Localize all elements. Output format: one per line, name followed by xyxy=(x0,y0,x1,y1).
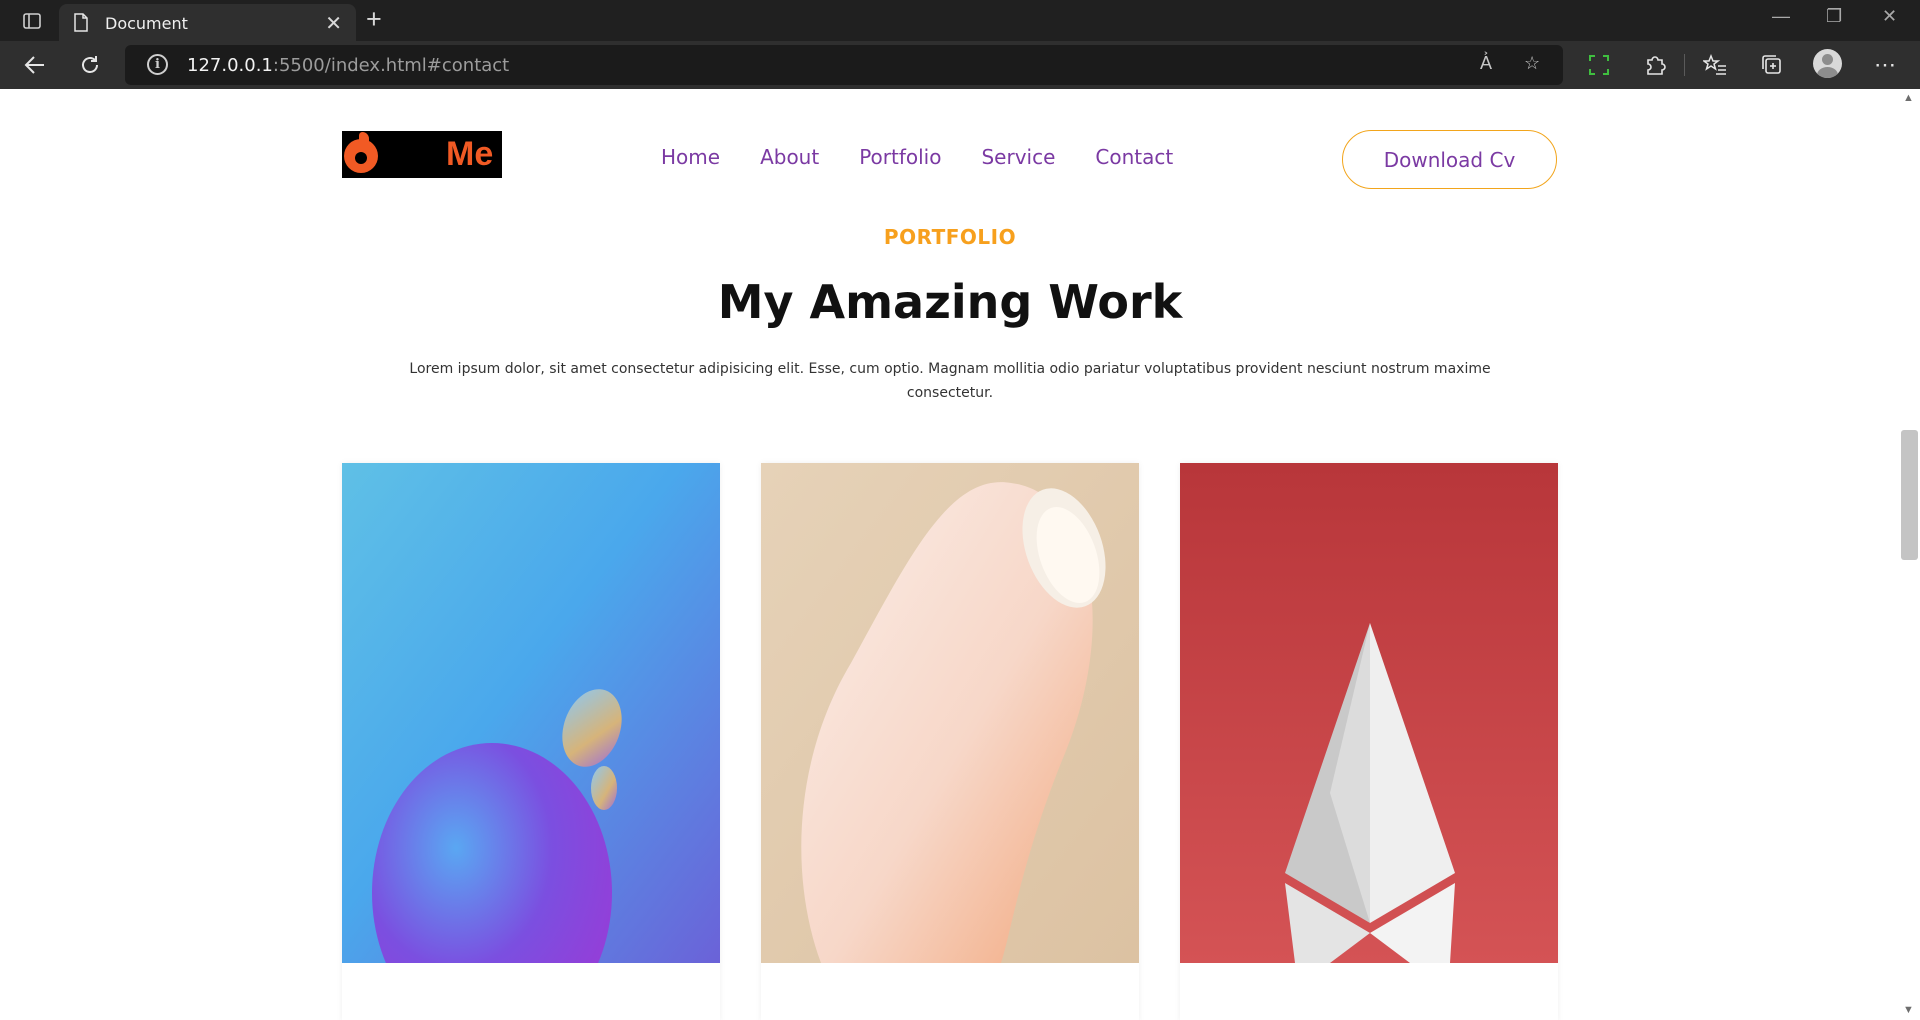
logo-mark-icon xyxy=(344,132,378,173)
portfolio-image-red-crystal[interactable] xyxy=(1180,463,1558,963)
back-arrow-icon[interactable] xyxy=(20,50,50,80)
browser-toolbar: i 127.0.0.1:5500/index.html#contact A͐ ☆… xyxy=(0,41,1920,89)
nav-contact[interactable]: Contact xyxy=(1095,145,1173,169)
nav-about[interactable]: About xyxy=(760,145,819,169)
main-nav: Home About Portfolio Service Contact xyxy=(661,145,1173,169)
section-eyebrow: PORTFOLIO xyxy=(883,225,1017,249)
read-aloud-icon[interactable]: A͐ xyxy=(1480,53,1492,74)
page-viewport: Me Home About Portfolio Service Contact … xyxy=(0,89,1900,1020)
portfolio-image-blue-bubbles[interactable] xyxy=(342,463,720,963)
portfolio-image-peach-shape[interactable] xyxy=(761,463,1139,963)
browser-tab[interactable]: Document ✕ xyxy=(59,4,356,41)
portfolio-card[interactable] xyxy=(342,463,720,1020)
site-header: Me Home About Portfolio Service Contact … xyxy=(342,130,1557,190)
logo-text: Me xyxy=(446,135,494,173)
puzzle-icon[interactable] xyxy=(1640,50,1670,80)
document-icon xyxy=(73,13,89,32)
portfolio-grid xyxy=(342,463,1558,1020)
more-icon[interactable]: ⋯ xyxy=(1870,50,1900,80)
nav-service[interactable]: Service xyxy=(981,145,1055,169)
minimize-icon[interactable]: — xyxy=(1772,6,1790,27)
star-plus-icon[interactable]: ☆ xyxy=(1524,53,1540,74)
scroll-down-icon[interactable]: ▼ xyxy=(1903,1004,1914,1016)
plus-icon[interactable]: + xyxy=(366,6,382,33)
section-title: My Amazing Work xyxy=(717,275,1183,329)
url-text[interactable]: 127.0.0.1:5500/index.html#contact xyxy=(187,55,509,76)
portfolio-card[interactable] xyxy=(1180,463,1558,1020)
nav-portfolio[interactable]: Portfolio xyxy=(859,145,941,169)
portfolio-card[interactable] xyxy=(761,463,1139,1020)
info-icon[interactable]: i xyxy=(147,54,168,75)
restore-icon[interactable]: ❐ xyxy=(1826,6,1842,27)
scrollbar-thumb[interactable] xyxy=(1901,430,1918,560)
section-description: Lorem ipsum dolor, sit amet consectetur … xyxy=(409,361,1491,401)
reload-icon[interactable] xyxy=(75,50,105,80)
favorites-icon[interactable] xyxy=(1700,50,1730,80)
close-icon[interactable]: ✕ xyxy=(325,11,342,36)
download-cv-button[interactable]: Download Cv xyxy=(1342,130,1557,189)
scroll-up-icon[interactable]: ▲ xyxy=(1903,92,1914,104)
site-logo[interactable]: Me xyxy=(342,131,502,178)
toolbar-divider xyxy=(1684,54,1685,76)
collections-icon[interactable] xyxy=(1757,50,1787,80)
screenshot-icon[interactable] xyxy=(1584,50,1614,80)
window-close-icon[interactable]: ✕ xyxy=(1882,6,1897,27)
browser-tab-bar: Document ✕ + — ❐ ✕ xyxy=(0,0,1920,41)
avatar[interactable] xyxy=(1813,49,1842,78)
tab-actions-icon[interactable] xyxy=(14,9,50,33)
nav-home[interactable]: Home xyxy=(661,145,720,169)
address-bar[interactable]: i 127.0.0.1:5500/index.html#contact A͐ ☆ xyxy=(125,45,1563,85)
tab-title: Document xyxy=(105,14,188,33)
